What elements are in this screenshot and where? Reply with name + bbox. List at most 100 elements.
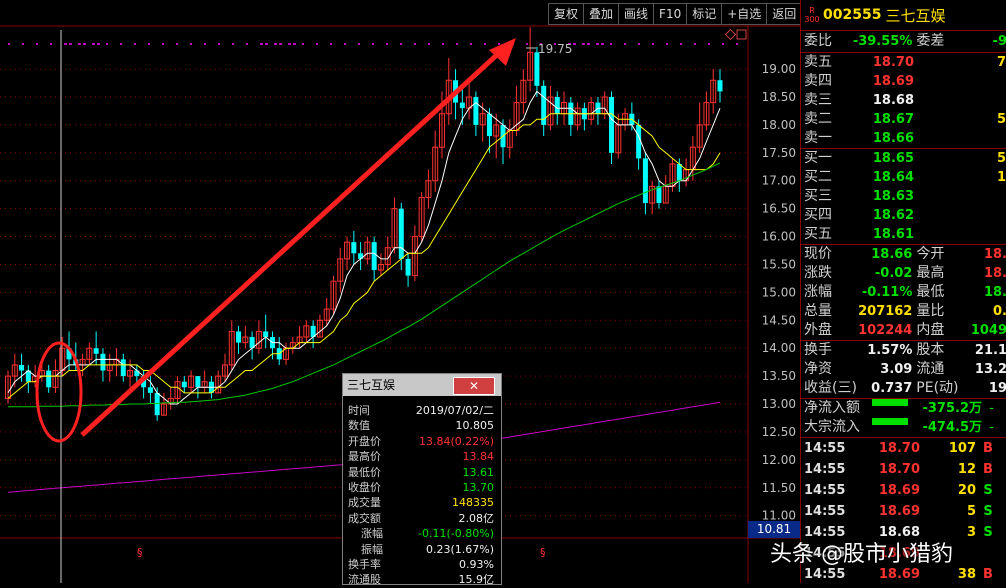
stock-code: 002555 bbox=[823, 7, 882, 23]
marker-dot bbox=[134, 43, 136, 45]
toolbar-button-4[interactable]: 标记 bbox=[686, 3, 722, 25]
tick-volume: 5 bbox=[966, 504, 976, 519]
money-flow: 净流入额 -375.2万 - 大宗流入 -474.5万 - bbox=[801, 398, 1006, 437]
popup-row: 成交量 148335 bbox=[343, 495, 501, 510]
ask-label: 卖二 bbox=[804, 111, 832, 127]
toolbar-button-2[interactable]: 画线 bbox=[618, 3, 654, 25]
fund-label: PE(动) bbox=[916, 380, 959, 396]
tick-price: 18.70 bbox=[878, 462, 920, 477]
marker-dot bbox=[232, 43, 234, 45]
diff-value: -9 bbox=[992, 34, 1006, 49]
popup-body: 时间 2019/07/02/二 数值 10.805 开盘价 13.84(0.22%) 最高价… bbox=[343, 396, 501, 588]
toolbar-button-5[interactable]: +自选 bbox=[721, 3, 767, 25]
marker-dot bbox=[148, 43, 150, 45]
popup-value: 10.805 bbox=[455, 419, 495, 433]
fund-label: 换手 bbox=[804, 342, 832, 358]
flow-row: 大宗流入 -474.5万 - bbox=[801, 418, 1006, 437]
popup-row: 收盘价 13.70 bbox=[343, 480, 501, 495]
ask-volume bbox=[914, 129, 1006, 148]
popup-title-bar: 三七互娱 ✕ bbox=[343, 374, 501, 396]
marker-dot bbox=[386, 43, 388, 45]
marker-dot bbox=[293, 43, 296, 45]
marker-dot bbox=[97, 43, 100, 45]
marker-dot bbox=[330, 43, 332, 45]
marker-dot bbox=[69, 43, 72, 45]
bid-price: 18.63 bbox=[872, 189, 914, 204]
bid-label: 买三 bbox=[804, 188, 832, 204]
stock-header: R 300 002555 三七互娱 bbox=[801, 0, 1006, 31]
stock-name: 三七互娱 bbox=[885, 6, 946, 25]
toolbar-button-0[interactable]: 复权 bbox=[548, 3, 584, 25]
candle-info-popup[interactable]: 三七互娱 ✕ 时间 2019/07/02/二 数值 10.805 开盘价 13.84(0.… bbox=[342, 373, 502, 588]
y-tick-label: 16.50 bbox=[762, 202, 796, 216]
popup-key: 振幅 bbox=[361, 542, 383, 556]
tick-direction: B bbox=[983, 567, 993, 582]
candle-body-down bbox=[459, 102, 465, 109]
bid-row: 买三 18.63 bbox=[801, 187, 1006, 206]
quote-label: 内盘 bbox=[916, 322, 945, 338]
tick-direction: S bbox=[983, 504, 993, 519]
highlight-ellipse bbox=[35, 341, 83, 443]
marker-dot bbox=[274, 43, 277, 45]
y-tick-label: 13.50 bbox=[762, 369, 796, 383]
bid-price: 18.62 bbox=[872, 208, 914, 223]
marker-dot bbox=[638, 43, 640, 45]
y-tick-label: 17.50 bbox=[762, 146, 796, 160]
fund-row: 净资 3.09 流通 13.2 bbox=[801, 360, 1006, 379]
tick-row[interactable]: 14:55 18.70 12 B bbox=[801, 459, 1006, 480]
fund-value: 13.2 bbox=[974, 362, 1006, 377]
candle-body-down bbox=[554, 96, 560, 114]
flow-label: 净流入额 bbox=[804, 400, 860, 416]
quote-value: -0.02 bbox=[874, 266, 913, 281]
quote-label: 外盘 bbox=[804, 322, 832, 338]
tick-row[interactable]: 14:55 18.69 20 S bbox=[801, 480, 1006, 501]
toolbar-button-3[interactable]: F10 bbox=[653, 3, 687, 25]
popup-key: 收盘价 bbox=[348, 480, 381, 494]
marker-dot bbox=[265, 43, 268, 45]
quote-value: 102244 bbox=[858, 323, 913, 338]
window-icon bbox=[736, 29, 747, 40]
tick-row[interactable]: 14:55 18.70 107 B bbox=[801, 438, 1006, 459]
trend-arrow-head bbox=[489, 38, 516, 66]
marker-dot bbox=[596, 43, 599, 45]
candle-body-down bbox=[19, 364, 25, 371]
ratio-label: 委比 bbox=[804, 33, 832, 49]
quote-value: 1049 bbox=[970, 323, 1006, 338]
marker-dot bbox=[302, 43, 304, 45]
y-tick-label: 19.00 bbox=[762, 62, 796, 76]
popup-key: 成交量 bbox=[348, 496, 381, 510]
y-tick-label: 18.00 bbox=[762, 118, 796, 132]
tick-direction: S bbox=[983, 525, 993, 540]
ask-label: 卖一 bbox=[804, 130, 832, 146]
popup-row: 换手率 0.93% bbox=[343, 557, 501, 572]
bid-row: 买二 18.64 1 bbox=[801, 168, 1006, 187]
toolbar-button-1[interactable]: 叠加 bbox=[583, 3, 619, 25]
chart-toolbar: 复权 叠加 画线 F10 标记 +自选 返回 bbox=[548, 3, 803, 25]
bid-price: 18.61 bbox=[872, 227, 914, 242]
tick-volume: 12 bbox=[957, 462, 976, 477]
popup-value: 13.61 bbox=[462, 465, 495, 479]
marker-dot bbox=[279, 43, 282, 45]
marker-dot bbox=[78, 43, 81, 45]
popup-value: 13.84(0.22%) bbox=[418, 434, 494, 448]
popup-row: 成交额 2.08亿 bbox=[343, 511, 501, 526]
quote-panel: R 300 002555 三七互娱 委比 -39.55% 委差 -9 卖五 18.… bbox=[800, 0, 1006, 583]
tick-row[interactable]: 14:55 18.69 5 S bbox=[801, 501, 1006, 522]
popup-value: 2019/07/02/二 bbox=[415, 404, 494, 417]
close-button[interactable]: ✕ bbox=[453, 377, 495, 395]
y-tick-label: 12.00 bbox=[762, 453, 796, 467]
quote-value: 18. bbox=[983, 285, 1006, 300]
bid-volume: 1 bbox=[996, 170, 1006, 185]
marker-dot bbox=[708, 43, 710, 45]
ratio-value: -39.55% bbox=[852, 34, 913, 49]
toolbar-button-6[interactable]: 返回 bbox=[766, 3, 803, 25]
quote-value: 18. bbox=[983, 247, 1006, 262]
popup-value: 148335 bbox=[452, 496, 494, 510]
bid-price: 18.65 bbox=[872, 151, 914, 166]
marker-dot bbox=[573, 43, 576, 45]
marker-dot bbox=[652, 43, 654, 45]
bid-row: 买五 18.61 bbox=[801, 225, 1006, 244]
candle-body-down bbox=[656, 186, 662, 204]
marker-dot bbox=[120, 43, 122, 45]
y-tick-label: 17.00 bbox=[762, 174, 796, 188]
